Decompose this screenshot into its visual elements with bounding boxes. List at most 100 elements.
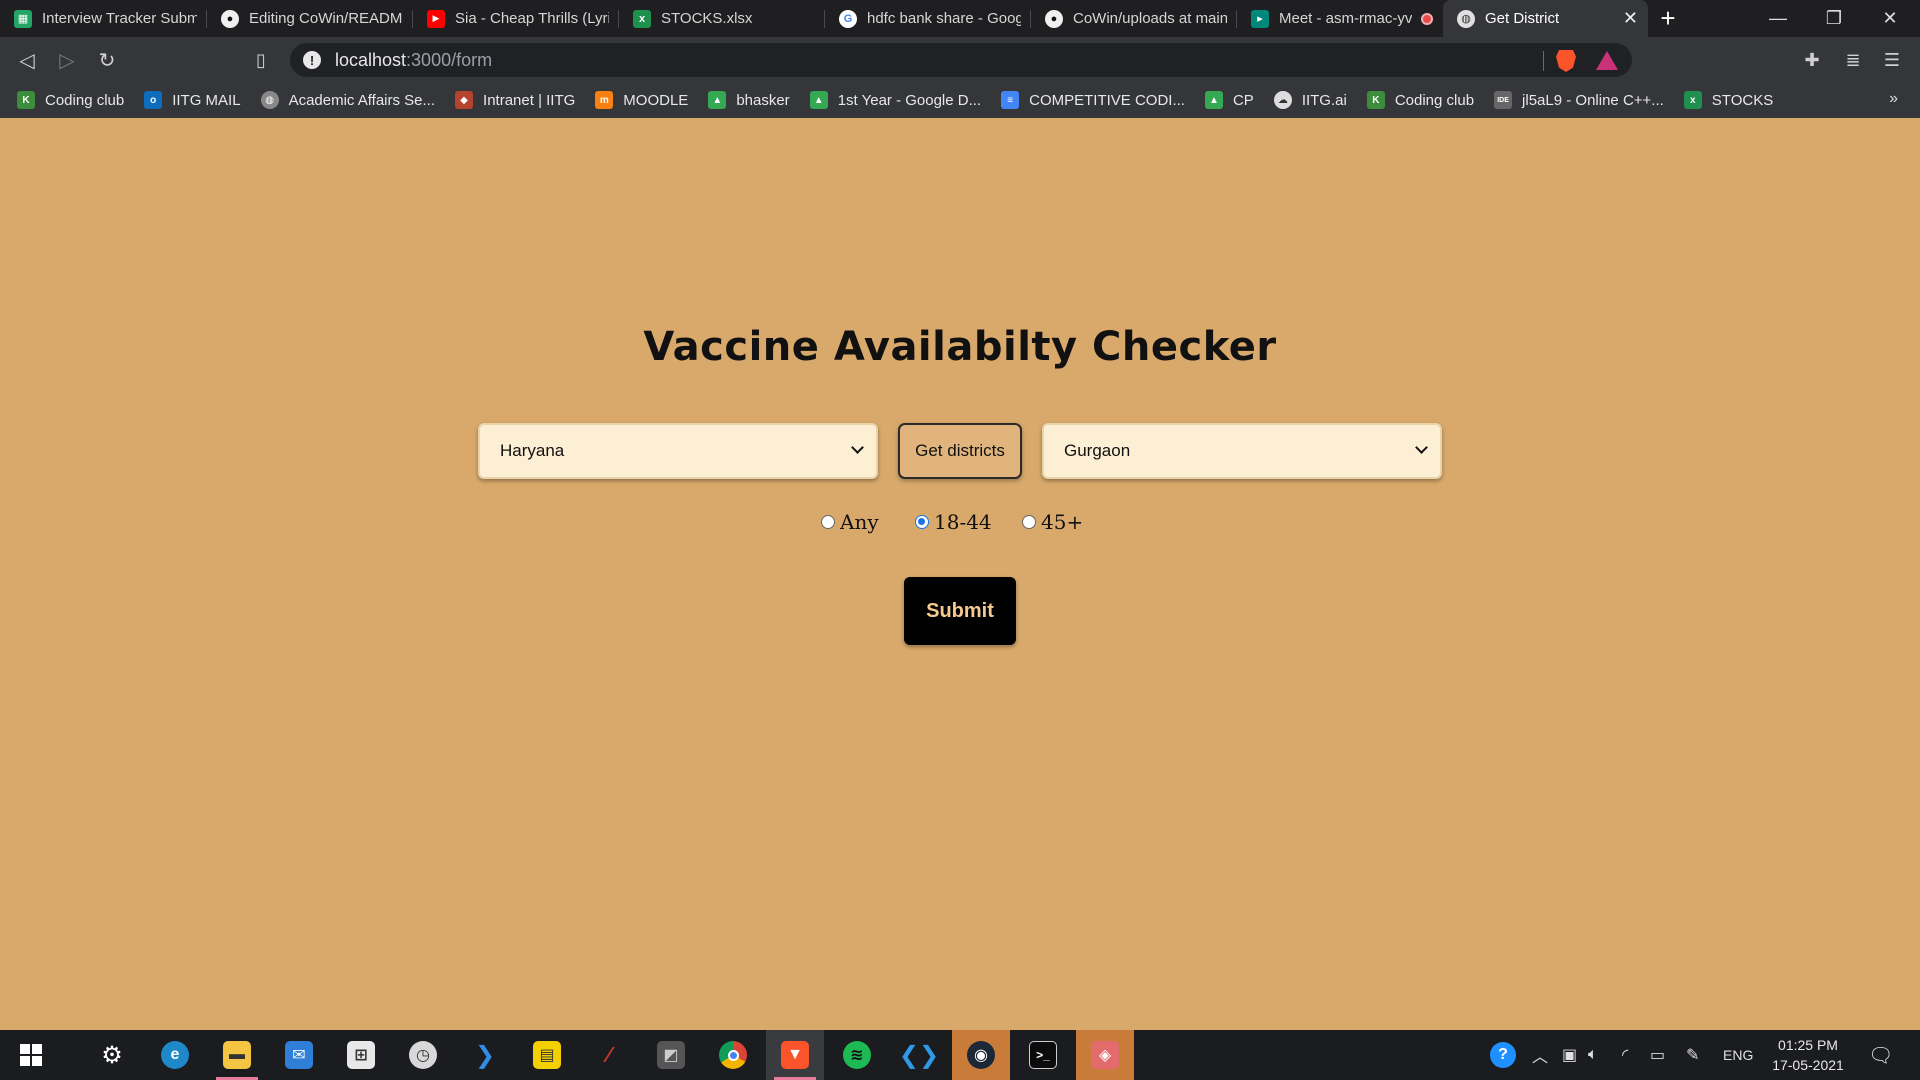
restore-window-icon[interactable]: ❐	[1806, 0, 1862, 37]
minimize-window-icon[interactable]: —	[1750, 0, 1806, 37]
bookmark-icon[interactable]: ▯	[246, 45, 276, 75]
url-host: localhost	[335, 49, 407, 70]
taskbar-discord[interactable]: ◈	[1076, 1030, 1134, 1080]
forward-icon[interactable]: ▷	[52, 45, 82, 75]
tab-interview-tracker[interactable]: ▦ Interview Tracker Submi	[0, 0, 207, 37]
page-content: Vaccine Availabilty Checker Haryana Get …	[0, 118, 1920, 1030]
tab-stocks-xlsx[interactable]: x STOCKS.xlsx	[619, 0, 825, 37]
menu-icon[interactable]: ☰	[1877, 45, 1907, 75]
bookmark-coding-club-2[interactable]: K Coding club	[1366, 91, 1475, 109]
bookmark-label: Academic Affairs Se...	[288, 91, 436, 109]
radio-45-plus[interactable]	[1022, 515, 1036, 529]
taskbar-mail[interactable]: ✉	[270, 1030, 328, 1080]
drive-icon: ▲	[809, 91, 828, 109]
taskbar-matlab[interactable]: ∕	[580, 1030, 638, 1080]
radio-18-44[interactable]	[915, 515, 929, 529]
get-districts-button[interactable]: Get districts	[898, 423, 1022, 479]
tab-cheap-thrills[interactable]: ▶ Sia - Cheap Thrills (Lyric	[413, 0, 619, 37]
taskbar-terminal[interactable]: >_	[1014, 1030, 1072, 1080]
playlist-icon[interactable]: ≣	[1838, 45, 1868, 75]
state-select-value: Haryana	[500, 441, 565, 460]
age-group-options: Any 18-44 45+	[0, 510, 1920, 540]
taskbar-settings[interactable]: ⚙	[83, 1030, 141, 1080]
page-title: Vaccine Availabilty Checker	[643, 324, 1277, 370]
taskbar-steam[interactable]: ◉	[952, 1030, 1010, 1080]
reload-icon[interactable]: ↻	[92, 45, 122, 75]
age-option-45-plus[interactable]: 45+	[1022, 510, 1083, 534]
taskbar-chrome[interactable]	[704, 1030, 762, 1080]
help-icon[interactable]: ?	[1490, 1030, 1516, 1080]
meet-now-icon[interactable]: ▣	[1562, 1030, 1577, 1080]
bookmark-ideone[interactable]: IDE jl5aL9 - Online C++...	[1494, 91, 1664, 109]
submit-button[interactable]: Submit	[904, 577, 1016, 645]
drive-icon: ▲	[708, 91, 727, 109]
notifications-icon[interactable]: 🗨︎	[1868, 1030, 1893, 1080]
brave-icon: ▼	[781, 1041, 809, 1069]
bookmark-coding-club[interactable]: K Coding club	[17, 91, 124, 109]
close-window-icon[interactable]: ✕	[1862, 0, 1918, 37]
tab-title: Sia - Cheap Thrills (Lyric	[455, 10, 609, 27]
bookmark-label: CP	[1232, 91, 1254, 109]
taskbar-spotify[interactable]: ≋	[828, 1030, 886, 1080]
bookmark-intranet-iitg[interactable]: ◆ Intranet | IITG	[455, 91, 575, 109]
system-clock[interactable]: 01:25 PM 17-05-2021	[1768, 1035, 1848, 1075]
bookmark-stocks[interactable]: x STOCKS	[1683, 91, 1773, 109]
tab-title: Meet - asm-rmac-yv	[1279, 10, 1413, 27]
tab-meet[interactable]: ▸ Meet - asm-rmac-yv	[1237, 0, 1443, 37]
extensions-icon[interactable]: ✚	[1797, 45, 1827, 75]
back-icon[interactable]: ◁	[12, 45, 42, 75]
tab-editing-readme[interactable]: ● Editing CoWin/README	[207, 0, 413, 37]
volume-icon[interactable]: 🔈︎	[1588, 1030, 1598, 1080]
spotify-icon: ≋	[843, 1041, 871, 1069]
windows-logo-icon	[20, 1044, 42, 1066]
new-tab-button[interactable]: +	[1648, 0, 1688, 37]
geforce-icon: ◩	[657, 1041, 685, 1069]
pen-icon[interactable]: ✎	[1686, 1030, 1699, 1080]
battery-icon[interactable]: ▭	[1650, 1030, 1665, 1080]
bookmarks-overflow-button[interactable]: »	[1889, 90, 1898, 108]
chevron-up-icon[interactable]: ︿	[1532, 1030, 1548, 1080]
bookmark-academic-affairs[interactable]: ◍ Academic Affairs Se...	[260, 91, 436, 109]
taskbar-store[interactable]: ⊞	[332, 1030, 390, 1080]
taskbar-sticky-notes[interactable]: ▤	[518, 1030, 576, 1080]
bookmark-competitive-coding[interactable]: ≡ COMPETITIVE CODI...	[1001, 91, 1185, 109]
address-bar[interactable]: ! localhost:3000/form	[290, 43, 1632, 77]
taskbar-file-explorer[interactable]: ▬	[208, 1030, 266, 1080]
taskbar-clock-app[interactable]: ◷	[394, 1030, 452, 1080]
bookmark-bhasker[interactable]: ▲ bhasker	[708, 91, 790, 109]
taskbar-vscode[interactable]: ❮❯	[890, 1030, 948, 1080]
tab-cowin-uploads[interactable]: ● CoWin/uploads at main	[1031, 0, 1237, 37]
taskbar-power-automate[interactable]: ❯	[456, 1030, 514, 1080]
age-option-any[interactable]: Any	[821, 510, 879, 534]
address-bar-divider	[1543, 51, 1544, 71]
radio-label: 45+	[1041, 510, 1084, 534]
district-select[interactable]: Gurgaon	[1042, 423, 1442, 479]
start-button[interactable]	[2, 1030, 60, 1080]
age-option-18-44[interactable]: 18-44	[915, 510, 992, 534]
state-select[interactable]: Haryana	[478, 423, 878, 479]
site-info-icon[interactable]: !	[303, 51, 321, 69]
globe-icon: ◍	[260, 91, 279, 109]
taskbar-geforce[interactable]: ◩	[642, 1030, 700, 1080]
radio-any[interactable]	[821, 515, 835, 529]
bookmark-1st-year[interactable]: ▲ 1st Year - Google D...	[809, 91, 981, 109]
moodle-icon: m	[595, 91, 614, 109]
bookmark-cp[interactable]: ▲ CP	[1204, 91, 1254, 109]
url-text[interactable]: localhost:3000/form	[335, 50, 492, 71]
brave-shields-icon[interactable]	[1556, 50, 1576, 72]
bookmark-label: Coding club	[1394, 91, 1475, 109]
tab-hdfc-share[interactable]: G hdfc bank share - Googl	[825, 0, 1031, 37]
recording-indicator-icon	[1421, 12, 1433, 25]
bookmark-moodle[interactable]: m MOODLE	[595, 91, 688, 109]
bookmark-iitg-ai[interactable]: ☁ IITG.ai	[1273, 91, 1347, 109]
language-indicator[interactable]: ENG	[1723, 1030, 1753, 1080]
wifi-icon[interactable]: ◜	[1622, 1030, 1628, 1080]
taskbar-edge[interactable]: e	[146, 1030, 204, 1080]
coding-club-icon: K	[1366, 91, 1385, 109]
close-tab-icon[interactable]: ✕	[1615, 8, 1638, 29]
github-icon: ●	[221, 9, 239, 28]
taskbar-brave[interactable]: ▼	[766, 1030, 824, 1080]
bookmark-iitg-mail[interactable]: o IITG MAIL	[144, 91, 241, 109]
tab-get-district[interactable]: ◍ Get District ✕	[1443, 0, 1648, 37]
brave-rewards-icon[interactable]	[1596, 51, 1618, 70]
